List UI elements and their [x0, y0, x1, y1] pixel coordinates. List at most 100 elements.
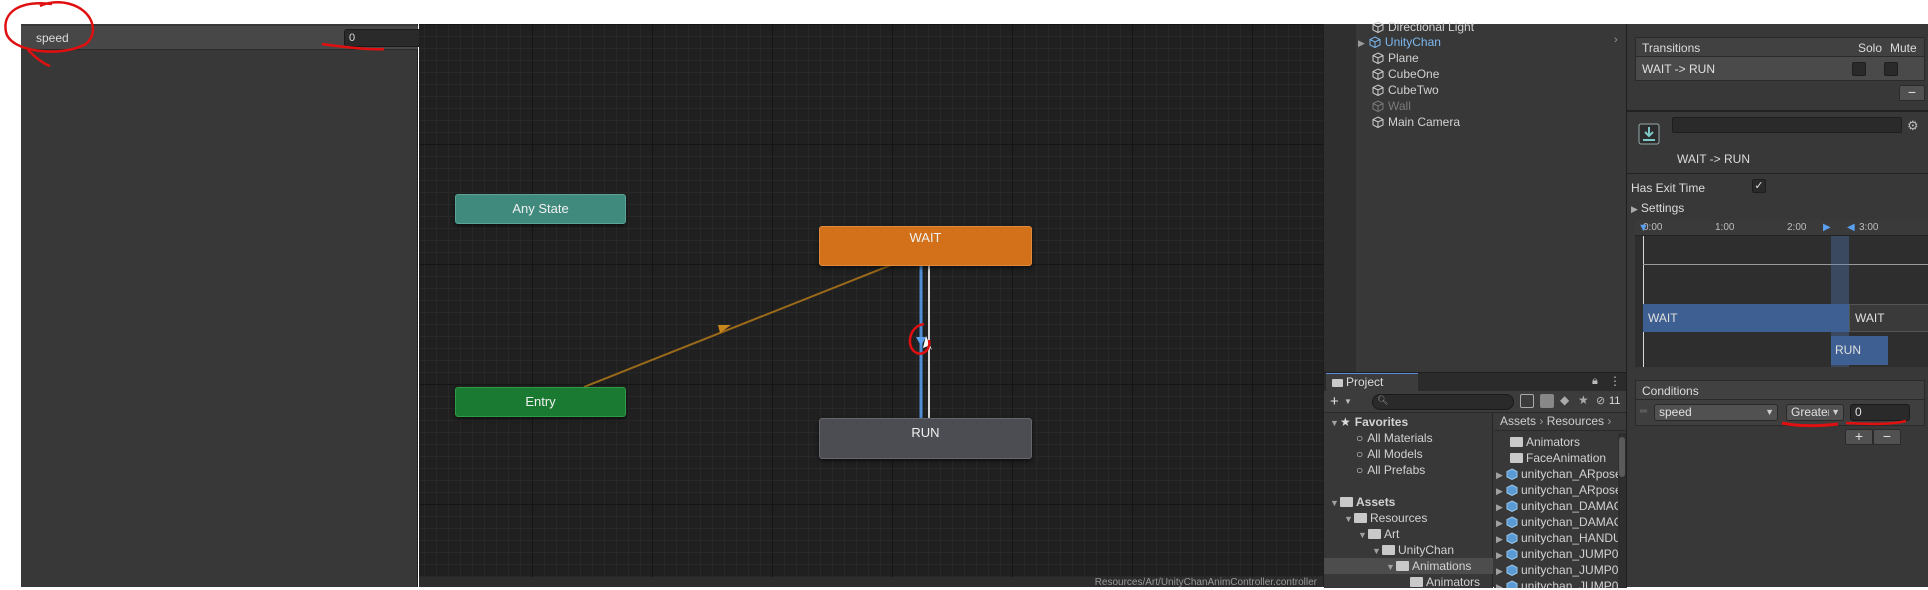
- bar-label: RUN: [1835, 343, 1861, 357]
- file-item-model[interactable]: ▶ unitychan_JUMP01: [1496, 562, 1625, 578]
- label-tag-icon[interactable]: ◆: [1560, 393, 1569, 407]
- favorite-item[interactable]: ○ All Models: [1356, 446, 1423, 462]
- playhead-marker-icon[interactable]: ▼: [1638, 222, 1649, 234]
- hierarchy-item[interactable]: CubeOne: [1372, 66, 1439, 82]
- filter-type-icon[interactable]: [1540, 394, 1554, 408]
- folder-assets[interactable]: ▼ Assets: [1330, 494, 1395, 510]
- remove-condition-button[interactable]: −: [1873, 429, 1901, 445]
- source-state-bar[interactable]: WAIT: [1643, 304, 1850, 332]
- conditions-label: Conditions: [1642, 384, 1699, 398]
- gameobject-cube-icon: [1372, 68, 1384, 80]
- chevron-right-icon[interactable]: ›: [1614, 34, 1618, 46]
- entry-to-wait-line[interactable]: [583, 264, 892, 388]
- hierarchy-item-disabled[interactable]: Wall: [1372, 98, 1411, 114]
- expand-arrow-icon[interactable]: ▶: [1358, 38, 1365, 48]
- transition-end-handle-icon[interactable]: ◀: [1847, 222, 1855, 233]
- timeline-ruler[interactable]: 0:00 1:00 2:00 3:00: [1635, 220, 1928, 236]
- parameter-row-speed[interactable]: speed 0: [21, 26, 430, 50]
- project-panel: Project 🔒︎ ⋮ + ▼ 🔍︎ ◆ ★ ⊘ 11 ▼★ Favorites…: [1323, 372, 1627, 590]
- file-item-model[interactable]: ▶unitychan_DAMAGED00: [1496, 498, 1627, 514]
- hierarchy-item[interactable]: Directional Light: [1372, 19, 1474, 35]
- drag-handle-icon[interactable]: ═: [1640, 406, 1647, 417]
- tab-project[interactable]: Project: [1326, 373, 1418, 391]
- file-item-model[interactable]: ▶ unitychan_JUMP00: [1496, 546, 1625, 562]
- file-item-folder[interactable]: Animators: [1510, 434, 1580, 450]
- settings-foldout[interactable]: ▶ Settings: [1631, 201, 1684, 215]
- favorite-label: All Materials: [1367, 431, 1433, 445]
- file-item-model[interactable]: ▶ unitychan_ARpose2: [1496, 482, 1627, 498]
- scrollbar[interactable]: [1618, 433, 1626, 588]
- transition-list-item[interactable]: WAIT -> RUN: [1635, 57, 1925, 81]
- remove-transition-button[interactable]: −: [1899, 85, 1925, 101]
- add-icon[interactable]: +: [1330, 393, 1339, 410]
- favorite-item[interactable]: ○ All Prefabs: [1356, 462, 1425, 478]
- animator-graph[interactable]: Any State Entry WAIT RUN Resources/Art/U…: [419, 24, 1323, 587]
- conditions-header: Conditions: [1635, 380, 1925, 400]
- solo-label: Solo: [1858, 41, 1883, 55]
- gameobject-cube-icon: [1372, 52, 1384, 64]
- condition-operator-dropdown[interactable]: Greater ▼: [1786, 404, 1844, 421]
- model-icon: [1506, 484, 1518, 496]
- playhead-line[interactable]: [1643, 236, 1644, 367]
- hierarchy-item-selected[interactable]: ▶ UnityChan: [1358, 34, 1441, 50]
- breadcrumb-item[interactable]: Resources: [1547, 414, 1604, 428]
- search-icon: ○: [1356, 431, 1364, 445]
- search-by-type-icon[interactable]: [1520, 394, 1534, 408]
- favorite-item[interactable]: ○ All Materials: [1356, 430, 1433, 446]
- divider: [1627, 110, 1928, 112]
- destination-state-bar[interactable]: RUN: [1831, 336, 1888, 365]
- parameters-panel: speed 0: [21, 24, 430, 587]
- folder-resources[interactable]: ▼ Resources: [1344, 510, 1427, 526]
- hierarchy-item[interactable]: Plane: [1372, 50, 1419, 66]
- transition-name-field[interactable]: [1672, 117, 1902, 133]
- breadcrumb-item[interactable]: Assets: [1500, 414, 1536, 428]
- project-search-input[interactable]: 🔍︎: [1372, 394, 1514, 410]
- folder-art[interactable]: ▼ Art: [1358, 526, 1399, 542]
- scrollbar-thumb[interactable]: [1619, 437, 1625, 477]
- condition-row[interactable]: ═ speed ▼ Greater ▼ 0: [1635, 400, 1925, 426]
- hidden-packages-icon[interactable]: ⊘: [1596, 394, 1605, 407]
- hierarchy-item[interactable]: CubeTwo: [1372, 82, 1439, 98]
- transition-start-handle-icon[interactable]: ▶: [1823, 222, 1831, 233]
- file-item-model[interactable]: ▶unitychan_DAMAGED01: [1496, 514, 1627, 530]
- add-condition-button[interactable]: +: [1845, 429, 1873, 445]
- dropdown-value: speed: [1659, 405, 1692, 419]
- favorite-star-icon[interactable]: ★: [1578, 393, 1589, 407]
- file-item-folder[interactable]: FaceAnimation: [1510, 450, 1606, 466]
- hierarchy-item-label: CubeOne: [1388, 67, 1440, 81]
- folder-label: Animations: [1412, 559, 1472, 573]
- hierarchy-gutter: [1324, 24, 1356, 372]
- favorites-header[interactable]: ▼★ Favorites: [1330, 414, 1408, 430]
- solo-checkbox[interactable]: [1852, 62, 1866, 76]
- condition-parameter-dropdown[interactable]: speed ▼: [1654, 404, 1778, 421]
- has-exit-time-checkbox[interactable]: ✓: [1752, 179, 1766, 193]
- folder-animators[interactable]: Animators: [1410, 574, 1480, 590]
- condition-value-field[interactable]: 0: [1850, 404, 1910, 421]
- transition-timeline[interactable]: 0:00 1:00 2:00 3:00 ▼ ▶ ◀ WAIT WAIT RUN: [1635, 220, 1928, 367]
- hierarchy-item-label: UnityChan: [1384, 35, 1441, 49]
- state-node-entry[interactable]: Entry: [455, 387, 626, 417]
- gear-icon[interactable]: ⚙: [1907, 118, 1919, 134]
- chevron-down-icon[interactable]: ▼: [1344, 397, 1352, 406]
- folder-animations[interactable]: ▼ Animations: [1324, 558, 1493, 574]
- file-item-model[interactable]: ▶unitychan_HANDUP00: [1496, 530, 1627, 546]
- state-node-wait[interactable]: WAIT: [819, 226, 1032, 266]
- transitions-label: Transitions: [1642, 41, 1701, 55]
- parameter-value-field[interactable]: 0: [344, 29, 430, 47]
- more-options-icon[interactable]: ⋮: [1609, 374, 1621, 388]
- hierarchy-item-label: CubeTwo: [1388, 83, 1439, 97]
- mute-checkbox[interactable]: [1884, 62, 1898, 76]
- state-node-any-state[interactable]: Any State: [455, 194, 626, 224]
- chevron-down-icon: ▼: [1765, 407, 1774, 417]
- gameobject-cube-icon: [1372, 84, 1384, 96]
- folder-label: Resources: [1370, 511, 1428, 525]
- hierarchy-item[interactable]: Main Camera: [1372, 114, 1460, 130]
- lock-icon[interactable]: 🔒︎: [1592, 375, 1598, 388]
- hierarchy-item-label: Main Camera: [1388, 115, 1461, 129]
- file-item-model[interactable]: ▶ unitychan_ARpose1: [1496, 466, 1627, 482]
- state-node-run[interactable]: RUN: [819, 418, 1032, 459]
- transition-item-label: WAIT -> RUN: [1642, 62, 1716, 76]
- mute-label: Mute: [1890, 41, 1917, 55]
- folder-unitychan[interactable]: ▼ UnityChan: [1372, 542, 1454, 558]
- bar-label: WAIT: [1648, 311, 1678, 325]
